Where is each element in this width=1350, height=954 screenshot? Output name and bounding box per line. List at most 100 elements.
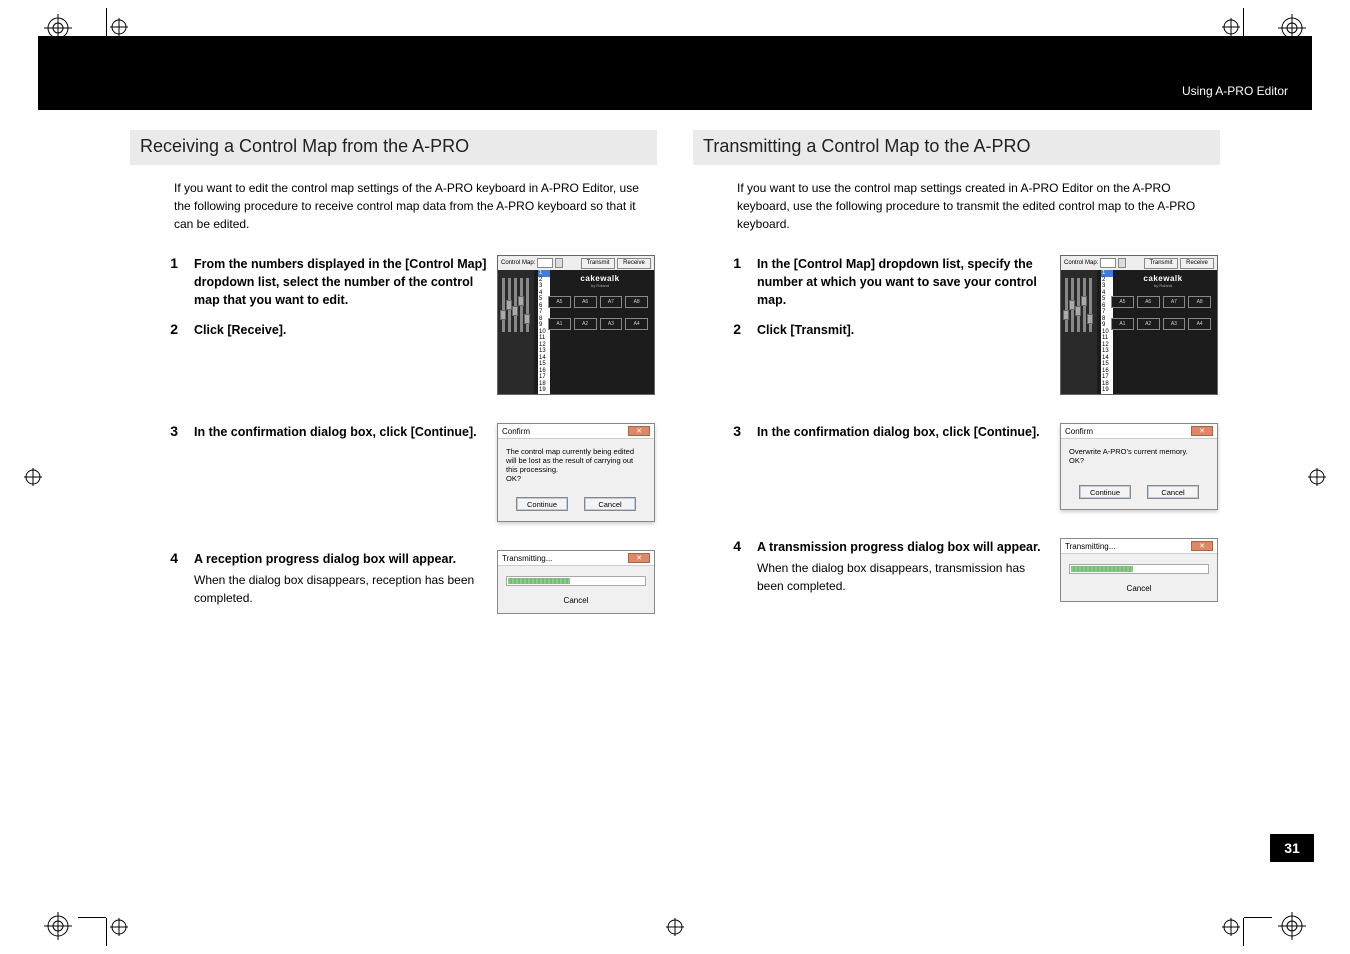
dropdown-list[interactable]: 12345678910111213141516171819 [538,270,550,394]
brand-logo: cakewalk [1119,274,1207,283]
a-button[interactable]: A5 [548,296,571,308]
step-number: 2 [158,321,178,337]
dialog-title: Transmitting... [502,554,552,563]
dialog-title: Confirm [502,427,530,436]
a-button[interactable]: A6 [574,296,597,308]
crop-registration-icon [110,918,128,936]
step-number: 4 [721,538,741,554]
registration-mark-icon [1278,912,1306,940]
crop-registration-icon [666,918,684,936]
screenshot-progress-dialog: Transmitting... ✕ Cancel [1060,538,1220,602]
step-text: In the [Control Map] dropdown list, spec… [757,255,1050,309]
step-number: 1 [158,255,178,271]
crop-mark-icon [106,918,107,946]
a-button[interactable]: A3 [600,318,623,330]
screenshot-editor: Control Map: Transmit Receive 1 [1060,255,1220,395]
crop-mark-icon [1243,918,1244,946]
receive-button[interactable]: Receive [1180,258,1214,269]
a-button[interactable]: A2 [574,318,597,330]
dropdown-arrow-icon[interactable] [1118,258,1126,268]
step-number: 1 [721,255,741,271]
step-subtext: When the dialog box disappears, receptio… [194,572,487,607]
close-icon[interactable]: ✕ [1191,426,1213,436]
control-map-dropdown[interactable] [537,258,553,268]
brand-logo: cakewalk [556,274,644,283]
column-transmitting: Transmitting a Control Map to the A-PRO … [693,130,1220,642]
crop-registration-icon [110,18,128,36]
close-icon[interactable]: ✕ [1191,541,1213,551]
section-title: Receiving a Control Map from the A-PRO [140,136,647,157]
a-button[interactable]: A7 [600,296,623,308]
step-text: A transmission progress dialog box will … [757,538,1050,556]
step-text: In the confirmation dialog box, click [C… [194,423,487,441]
step-text: Click [Receive]. [194,321,487,339]
cancel-button[interactable]: Cancel [1147,485,1199,499]
section-heading-transmit: Transmitting a Control Map to the A-PRO [693,130,1220,165]
a-button[interactable]: A8 [625,296,648,308]
continue-button[interactable]: Continue [1079,485,1131,499]
step-text: In the confirmation dialog box, click [C… [757,423,1050,441]
column-receiving: Receiving a Control Map from the A-PRO I… [130,130,657,642]
transmit-button[interactable]: Transmit [581,258,615,269]
crop-registration-icon [1222,918,1240,936]
screenshot-confirm-dialog: Confirm ✕ The control map currently being… [497,423,657,522]
a-button[interactable]: A6 [1137,296,1160,308]
intro-text: If you want to use the control map setti… [737,179,1220,233]
screenshot-confirm-dialog: Confirm ✕ Overwrite A-PRO's current memor… [1060,423,1220,510]
crop-registration-icon [1222,18,1240,36]
crop-mark-icon [78,917,106,918]
receive-button[interactable]: Receive [617,258,651,269]
progress-bar [1069,564,1209,574]
a-button[interactable]: A7 [1163,296,1186,308]
step-text: A reception progress dialog box will app… [194,550,487,568]
continue-button[interactable]: Continue [516,497,568,511]
page-number: 31 [1270,834,1314,862]
transmit-button[interactable]: Transmit [1144,258,1178,269]
a-button[interactable]: A5 [1111,296,1134,308]
screenshot-editor: Control Map: Transmit Receive 1 [497,255,657,395]
control-map-label: Control Map: [1064,260,1098,266]
section-title: Transmitting a Control Map to the A-PRO [703,136,1210,157]
intro-text: If you want to edit the control map sett… [174,179,657,233]
step-text: Click [Transmit]. [757,321,1050,339]
registration-mark-icon [44,912,72,940]
control-map-label: Control Map: [501,260,535,266]
crop-mark-icon [1244,917,1272,918]
progress-bar [506,576,646,586]
step-number: 2 [721,321,741,337]
dialog-title: Transmitting... [1065,542,1115,551]
step-number: 3 [721,423,741,439]
dialog-message: The control map currently being edited w… [498,439,654,491]
screenshot-progress-dialog: Transmitting... ✕ Cancel [497,550,657,614]
crop-mark-icon [1243,8,1244,36]
brand-sub: by Roland [556,283,644,288]
dropdown-list[interactable]: 12345678910111213141516171819 [1101,270,1113,394]
crop-registration-icon [1308,468,1326,486]
crop-registration-icon [24,468,42,486]
dialog-title: Confirm [1065,427,1093,436]
close-icon[interactable]: ✕ [628,426,650,436]
step-number: 3 [158,423,178,439]
a-button[interactable]: A4 [1188,318,1211,330]
a-button[interactable]: A1 [1111,318,1134,330]
cancel-button[interactable]: Cancel [1127,584,1152,593]
a-button[interactable]: A2 [1137,318,1160,330]
close-icon[interactable]: ✕ [628,553,650,563]
step-text: From the numbers displayed in the [Contr… [194,255,487,309]
control-map-dropdown[interactable] [1100,258,1116,268]
step-subtext: When the dialog box disappears, transmis… [757,560,1050,595]
section-heading-receive: Receiving a Control Map from the A-PRO [130,130,657,165]
cancel-button[interactable]: Cancel [584,497,636,511]
crop-mark-icon [106,8,107,36]
dropdown-arrow-icon[interactable] [555,258,563,268]
a-button[interactable]: A8 [1188,296,1211,308]
a-button[interactable]: A1 [548,318,571,330]
step-number: 4 [158,550,178,566]
breadcrumb: Using A-PRO Editor [1182,84,1288,98]
brand-sub: by Roland [1119,283,1207,288]
cancel-button[interactable]: Cancel [564,596,589,605]
header-band: Using A-PRO Editor [38,36,1312,110]
a-button[interactable]: A4 [625,318,648,330]
dialog-message: Overwrite A-PRO's current memory. OK? [1061,439,1217,479]
a-button[interactable]: A3 [1163,318,1186,330]
